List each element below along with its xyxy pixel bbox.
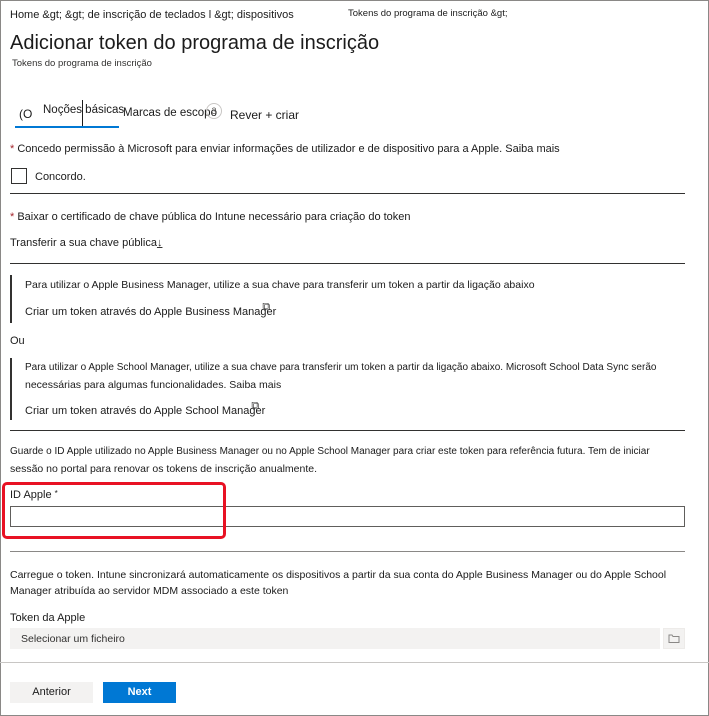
divider	[10, 193, 685, 194]
previous-button[interactable]: Anterior	[10, 682, 93, 703]
download-link-label[interactable]: Transferir a sua chave pública	[10, 237, 157, 249]
agree-checkbox[interactable]	[11, 168, 27, 184]
tab-prefix: (O	[19, 107, 33, 121]
external-link-icon: ⧉	[251, 400, 260, 412]
abm-info-bar	[10, 275, 12, 323]
upload-text-line1: Carregue o token. Intune sincronizará au…	[10, 569, 667, 581]
asm-create-token-link[interactable]: Criar um token através do Apple School M…	[25, 400, 273, 418]
apple-id-highlight-box	[2, 482, 226, 539]
apple-token-file-input[interactable]: Selecionar um ficheiro	[10, 628, 660, 649]
tab-scope-tags[interactable]: Marcas de escopo	[123, 107, 217, 119]
download-public-key-link[interactable]: Transferir a sua chave pública↓	[10, 237, 162, 249]
apple-id-note-line1: Guarde o ID Apple utilizado no Apple Bus…	[10, 446, 650, 457]
breadcrumb-link-path[interactable]: Home &gt; &gt; de inscrição de teclados …	[10, 9, 294, 21]
certificate-text-row: * Baixar o certificado de chave pública …	[10, 211, 411, 223]
upload-text-line2: Manager atribuída ao servidor MDM associ…	[10, 585, 289, 597]
breadcrumb-link-tokens[interactable]: Tokens do programa de inscrição &gt;	[348, 8, 507, 19]
folder-icon	[668, 634, 680, 643]
divider	[10, 551, 685, 552]
consent-text-row: * Concedo permissão à Microsoft para env…	[10, 143, 560, 155]
required-mark: *	[10, 211, 15, 223]
page-subtitle: Tokens do programa de inscrição	[12, 58, 152, 69]
divider	[10, 263, 685, 264]
next-button[interactable]: Next	[103, 682, 176, 703]
asm-info-text-line2: necessárias para algumas funcionalidades…	[25, 379, 282, 391]
required-mark: *	[10, 143, 15, 155]
asm-link-label[interactable]: Criar um token através do Apple School M…	[25, 405, 265, 417]
tab-active-underline	[15, 126, 119, 128]
tab-basics[interactable]: Noções básicas	[43, 104, 124, 116]
download-icon: ↓	[156, 237, 163, 249]
external-link-icon: ⧉	[262, 301, 271, 313]
footer-divider	[0, 662, 709, 663]
tab-divider	[82, 100, 83, 126]
file-input-placeholder: Selecionar um ficheiro	[21, 633, 125, 645]
divider	[10, 430, 685, 431]
abm-create-token-link[interactable]: Criar um token através do Apple Business…	[25, 301, 284, 319]
abm-link-label[interactable]: Criar um token através do Apple Business…	[25, 306, 276, 318]
asm-info-bar	[10, 358, 12, 420]
tab-review-create[interactable]: Rever + criar	[230, 108, 299, 122]
or-text: Ou	[10, 335, 25, 347]
apple-id-note-line2: sessão no portal para renovar os tokens …	[10, 463, 318, 475]
apple-token-label: Token da Apple	[10, 612, 86, 624]
agree-checkbox-label[interactable]: Concordo.	[35, 171, 86, 183]
asm-info-text-line1: Para utilizar o Apple School Manager, ut…	[25, 362, 657, 373]
consent-text: Concedo permissão à Microsoft para envia…	[17, 143, 560, 155]
browse-file-button[interactable]	[663, 628, 685, 649]
abm-info-text: Para utilizar o Apple Business Manager, …	[25, 279, 535, 291]
certificate-text: Baixar o certificado de chave pública do…	[17, 211, 411, 223]
page-title: Adicionar token do programa de inscrição	[10, 32, 380, 54]
tab-step-indicator: 3	[206, 103, 222, 119]
